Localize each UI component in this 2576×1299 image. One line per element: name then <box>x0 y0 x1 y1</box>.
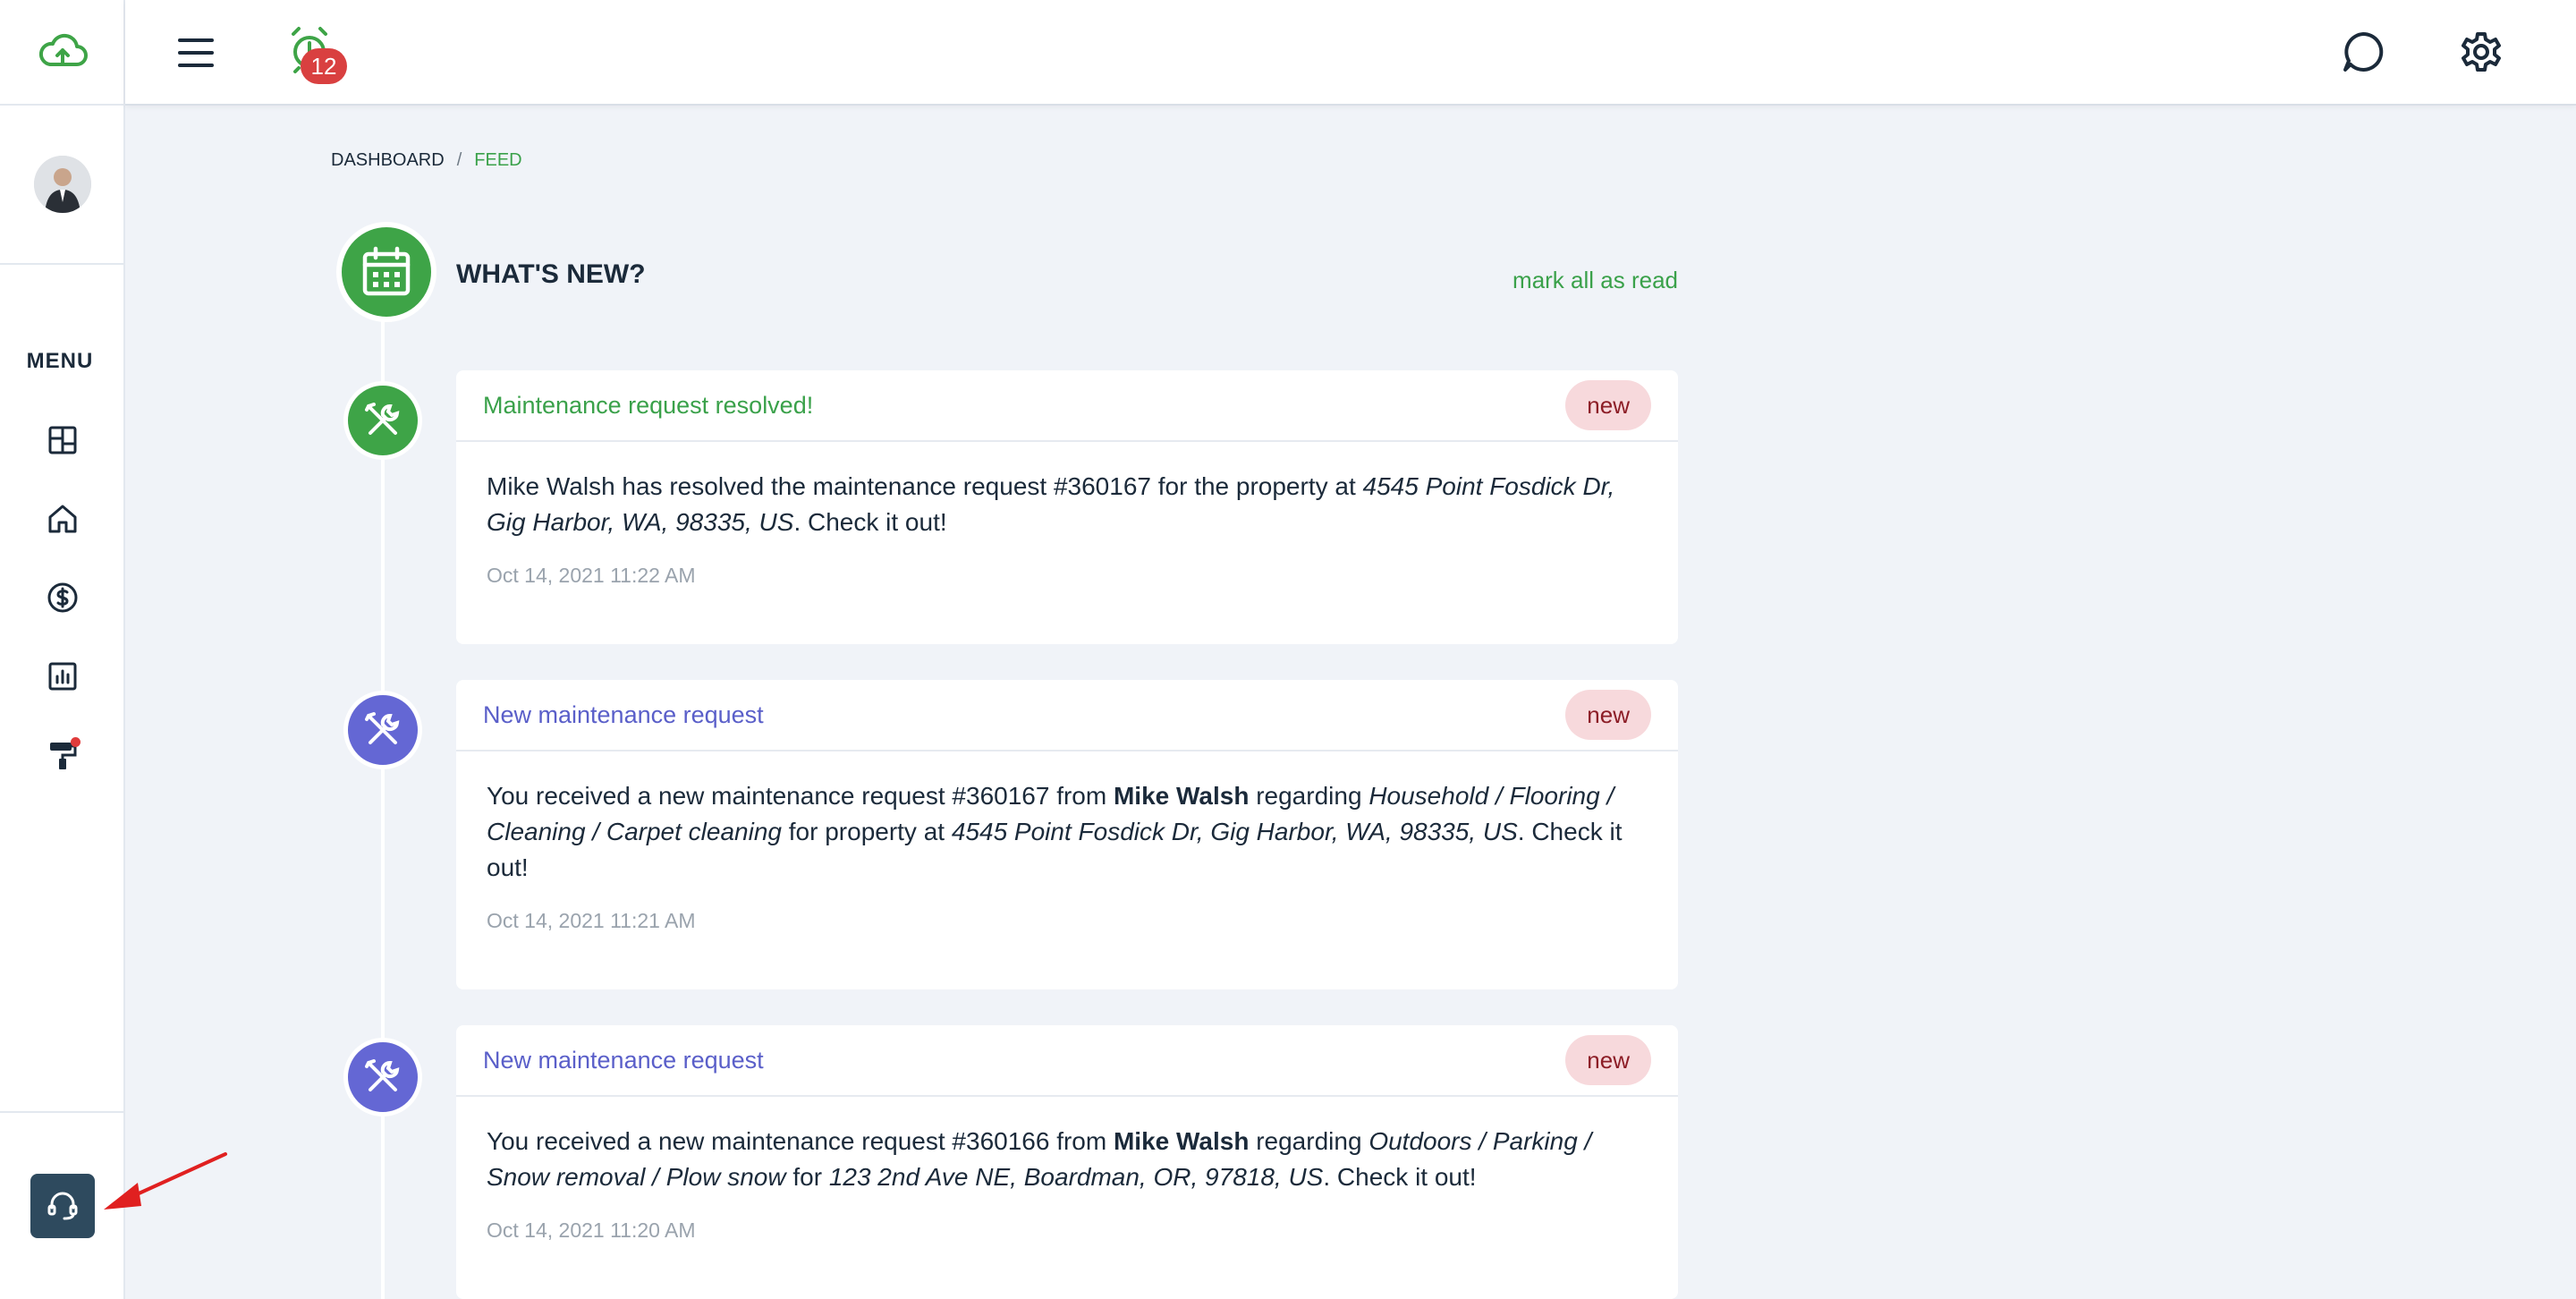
sidebar-item-dashboard[interactable] <box>39 417 86 463</box>
body-text: . Check it out! <box>793 508 947 536</box>
card-timestamp: Oct 14, 2021 11:22 AM <box>487 564 696 587</box>
feed-item-icon <box>343 1038 422 1116</box>
body-text: . Check it out! <box>1323 1163 1477 1191</box>
avatar-area <box>0 106 125 265</box>
chat-button[interactable] <box>2338 27 2388 77</box>
cloud-upload-icon <box>38 33 88 66</box>
feed-card[interactable]: New maintenance request new You received… <box>456 680 1678 989</box>
tenant-name: Mike Walsh <box>1113 782 1250 810</box>
card-title[interactable]: Maintenance request resolved! <box>483 392 813 420</box>
card-title[interactable]: New maintenance request <box>483 1047 764 1074</box>
logo[interactable] <box>0 0 125 106</box>
sidebar-item-reports[interactable] <box>39 653 86 700</box>
card-title[interactable]: New maintenance request <box>483 701 764 729</box>
support-button[interactable] <box>30 1174 95 1238</box>
body-text: for property at <box>781 818 952 845</box>
body-text: regarding <box>1249 782 1369 810</box>
chart-icon <box>48 662 77 691</box>
feed-card[interactable]: Maintenance request resolved! new Mike W… <box>456 370 1678 644</box>
card-timestamp: Oct 14, 2021 11:21 AM <box>487 909 696 932</box>
alarm-count-badge: 12 <box>301 48 347 84</box>
feed-title: WHAT'S NEW? <box>456 259 646 289</box>
sidebar-item-properties[interactable] <box>39 496 86 542</box>
tools-icon <box>365 712 400 744</box>
feed-item-icon <box>343 381 422 460</box>
body-text: You received a new maintenance request #… <box>487 1127 1114 1155</box>
body-text: regarding <box>1249 1127 1369 1155</box>
feed-card[interactable]: New maintenance request new You received… <box>456 1025 1678 1299</box>
breadcrumb-separator: / <box>456 150 462 170</box>
topbar: 12 <box>125 0 2576 106</box>
tools-icon <box>365 1059 400 1091</box>
new-badge: new <box>1565 690 1651 740</box>
card-header: New maintenance request new <box>456 680 1678 751</box>
menu-title: MENU <box>26 349 94 373</box>
settings-button[interactable] <box>2456 27 2506 77</box>
body-text: for <box>785 1163 829 1191</box>
body-text: You received a new maintenance request #… <box>487 782 1114 810</box>
calendar-icon <box>362 246 411 296</box>
avatar[interactable] <box>34 156 91 213</box>
sidebar-item-finance[interactable] <box>39 574 86 621</box>
divider <box>0 1111 125 1113</box>
card-body: You received a new maintenance request #… <box>456 751 1678 886</box>
mark-all-read-link[interactable]: mark all as read <box>1503 267 1678 294</box>
new-badge: new <box>1565 380 1651 430</box>
menu-toggle-button[interactable] <box>174 30 218 75</box>
card-header: New maintenance request new <box>456 1025 1678 1097</box>
notification-dot <box>71 737 80 747</box>
headset-icon <box>47 1192 78 1220</box>
breadcrumb: DASHBOARD / FEED <box>331 150 522 171</box>
card-timestamp: Oct 14, 2021 11:20 AM <box>487 1218 696 1242</box>
property-address: 4545 Point Fosdick Dr, Gig Harbor, WA, 9… <box>951 818 1518 845</box>
dollar-icon <box>47 582 78 613</box>
tenant-name: Mike Walsh <box>1113 1127 1250 1155</box>
card-body: Mike Walsh has resolved the maintenance … <box>456 442 1678 540</box>
feed-header-icon <box>336 222 436 322</box>
gear-icon <box>2462 32 2501 72</box>
body-text: Mike Walsh has resolved the maintenance … <box>487 472 1363 500</box>
card-header: Maintenance request resolved! new <box>456 370 1678 442</box>
breadcrumb-feed: FEED <box>474 150 522 170</box>
new-badge: new <box>1565 1035 1651 1085</box>
property-address: 123 2nd Ave NE, Boardman, OR, 97818, US <box>828 1163 1324 1191</box>
home-icon <box>48 505 77 533</box>
sidebar-item-maintenance[interactable] <box>39 732 86 778</box>
tools-icon <box>365 403 400 435</box>
sidebar: MENU <box>0 0 125 1299</box>
dashboard-icon <box>48 426 77 454</box>
annotation-arrow <box>104 1152 227 1210</box>
breadcrumb-dashboard[interactable]: DASHBOARD <box>331 150 445 171</box>
chat-bubble-icon <box>2343 31 2384 72</box>
feed-item-icon <box>343 691 422 769</box>
card-body: You received a new maintenance request #… <box>456 1097 1678 1195</box>
hamburger-icon <box>178 38 214 67</box>
